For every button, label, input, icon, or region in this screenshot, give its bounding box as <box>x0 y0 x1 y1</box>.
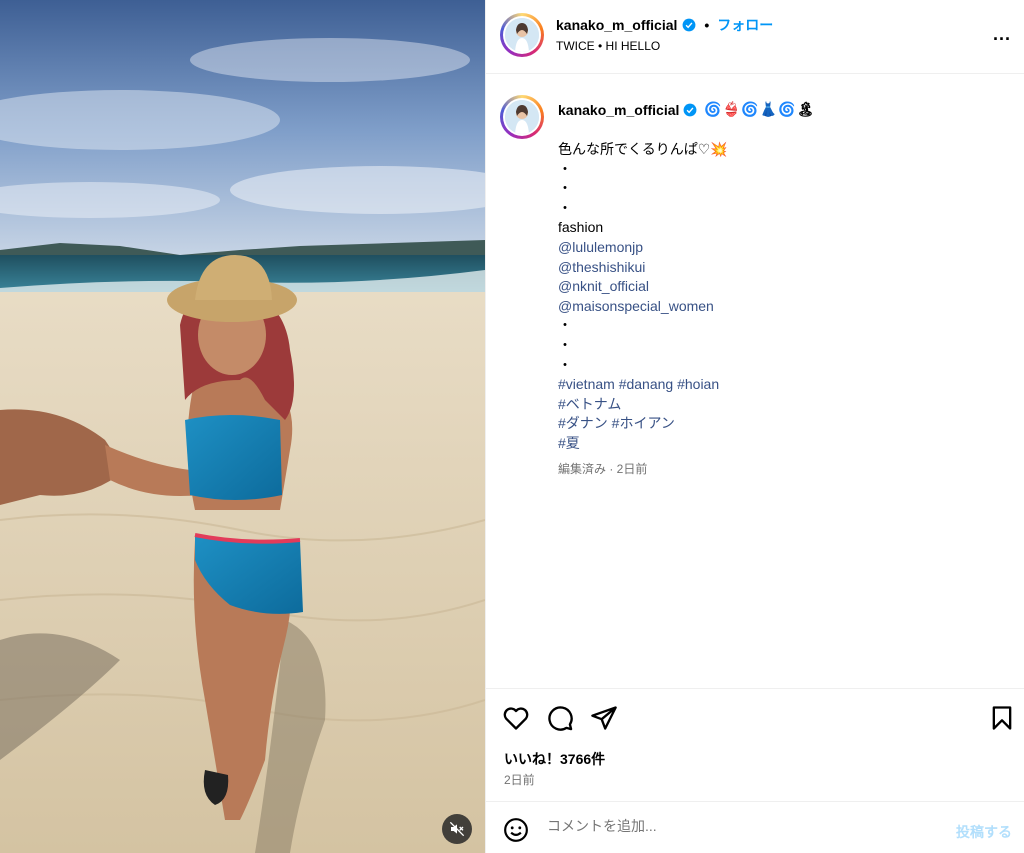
caption-username-link[interactable]: kanako_m_official <box>558 102 679 118</box>
follow-button[interactable]: フォロー <box>717 15 773 35</box>
caption-dot: ・ <box>558 356 572 373</box>
avatar[interactable] <box>500 13 544 57</box>
mention-link[interactable]: @theshishikui <box>558 258 998 278</box>
share-paper-plane-icon[interactable] <box>590 704 618 732</box>
separator-dot: • <box>704 17 710 33</box>
caption-line: 色んな所でくるりんぱ♡ <box>558 141 711 157</box>
audio-subtitle[interactable]: TWICE • HI HELLO <box>556 39 660 53</box>
post-details-panel: kanako_m_official • フォロー TWICE • HI HELL… <box>485 0 1024 853</box>
post-date[interactable]: 2日前 <box>504 771 535 788</box>
caption-line-emoji: 💥 <box>710 141 728 157</box>
caption-dot: ・ <box>558 317 572 334</box>
muted-speaker-icon <box>449 821 465 837</box>
caption-fashion-label: fashion <box>558 219 604 236</box>
mention-link[interactable]: @maisonspecial_women <box>558 297 998 317</box>
profile-picture <box>505 18 539 52</box>
caption-dot: ・ <box>558 180 572 197</box>
save-bookmark-icon[interactable] <box>988 704 1016 732</box>
post-header: kanako_m_official • フォロー TWICE • HI HELL… <box>486 0 1024 74</box>
action-bar: いいね！3766件 2日前 <box>486 688 1024 800</box>
mute-button[interactable] <box>442 814 472 844</box>
hashtag-link[interactable]: #ベトナム <box>558 395 998 415</box>
caption-avatar[interactable] <box>500 95 544 139</box>
comment-input[interactable] <box>547 818 927 834</box>
hashtag-links[interactable]: #ダナン #ホイアン <box>558 414 998 434</box>
caption-text: 色んな所でくるりんぱ♡💥 ・ ・ ・ fashion @lululemonjp … <box>558 140 998 479</box>
profile-picture <box>505 100 539 134</box>
more-icon: ... <box>992 24 1011 44</box>
hashtag-link[interactable]: #夏 <box>558 434 998 454</box>
caption-meta: 編集済み · 2日前 <box>558 461 648 476</box>
hashtag-links[interactable]: #vietnam #danang #hoian <box>558 375 998 395</box>
mention-link[interactable]: @nknit_official <box>558 277 998 297</box>
caption-emoji: 🌀👙🌀👗🌀🏝 <box>704 101 816 117</box>
caption-dot: ・ <box>558 160 572 177</box>
caption-dot: ・ <box>558 199 572 216</box>
like-count[interactable]: いいね！3766件 <box>504 749 605 769</box>
post-comment-button[interactable]: 投稿する <box>956 822 1012 842</box>
verified-badge-icon <box>682 18 696 32</box>
verified-badge-icon <box>683 103 697 116</box>
username-link[interactable]: kanako_m_official <box>556 17 677 33</box>
comment-bar: 投稿する <box>486 801 1024 853</box>
like-heart-icon[interactable] <box>502 704 530 732</box>
mention-link[interactable]: @lululemonjp <box>558 238 998 258</box>
caption-dot: ・ <box>558 336 572 353</box>
emoji-picker-icon[interactable] <box>503 817 529 843</box>
more-options-button[interactable]: ... <box>993 24 1011 45</box>
beach-photo <box>0 0 485 853</box>
comment-bubble-icon[interactable] <box>546 704 574 732</box>
post-media[interactable] <box>0 0 485 853</box>
